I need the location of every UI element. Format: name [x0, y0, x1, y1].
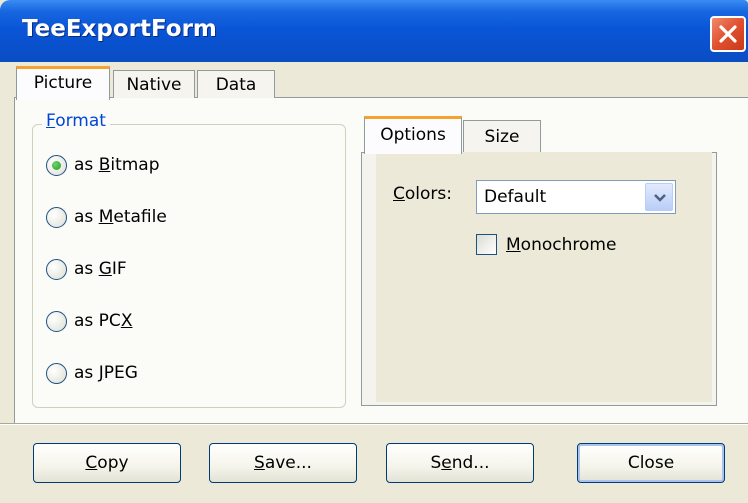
- radio-label-post: PEG: [103, 363, 138, 383]
- colors-label-rest: olors:: [404, 184, 452, 204]
- button-separator: [0, 423, 748, 425]
- close-button[interactable]: Close: [577, 443, 725, 483]
- format-legend-mnemonic: F: [46, 111, 56, 131]
- colors-label-mnemonic: C: [393, 184, 405, 204]
- radio-label-pre: as: [74, 259, 99, 279]
- title-bar[interactable]: TeeExportForm: [0, 0, 748, 62]
- close-button-label: Close: [627, 453, 675, 473]
- radio-as-bitmap[interactable]: as Bitmap: [46, 151, 160, 179]
- save-button-label: ave...: [264, 453, 312, 473]
- tab-picture[interactable]: Picture: [16, 66, 110, 100]
- copy-button-label: opy: [97, 453, 129, 473]
- radio-label-post: IF: [111, 259, 127, 279]
- close-window-button[interactable]: [710, 16, 746, 52]
- monochrome-label-rest: onochrome: [520, 235, 617, 255]
- radio-label-mnemonic: B: [98, 155, 111, 175]
- tab-data[interactable]: Data: [197, 70, 275, 98]
- radio-label-pre: as: [74, 363, 99, 383]
- radio-indicator-checked[interactable]: [46, 154, 67, 176]
- radio-label-mnemonic: M: [98, 207, 114, 227]
- radio-as-metafile[interactable]: as Metafile: [46, 203, 167, 231]
- tab-size[interactable]: Size: [463, 120, 541, 152]
- radio-label-pre: as: [74, 155, 99, 175]
- monochrome-label-mnemonic: M: [506, 235, 521, 255]
- send-button-mnemonic: e: [441, 453, 452, 473]
- radio-indicator[interactable]: [46, 258, 67, 280]
- radio-label: as JPEG: [74, 363, 138, 383]
- format-legend-rest: ormat: [55, 111, 106, 131]
- radio-as-jpeg[interactable]: as JPEG: [46, 359, 138, 387]
- colors-dropdown[interactable]: Default: [476, 180, 676, 214]
- radio-label: as Bitmap: [74, 155, 160, 175]
- radio-indicator[interactable]: [46, 362, 67, 384]
- radio-indicator[interactable]: [46, 206, 67, 228]
- radio-as-pcx[interactable]: as PCX: [46, 307, 132, 335]
- colors-label: Colors:: [393, 184, 452, 204]
- radio-label-mnemonic: X: [120, 311, 133, 331]
- send-button[interactable]: Send...: [386, 443, 534, 483]
- close-icon: [719, 25, 737, 43]
- tab-picture-label: Picture: [33, 73, 93, 93]
- radio-label-pre: as: [74, 207, 99, 227]
- send-button-label: nd...: [451, 453, 490, 473]
- send-button-pre: S: [430, 453, 442, 473]
- radio-indicator[interactable]: [46, 310, 67, 332]
- save-button-mnemonic: S: [254, 453, 265, 473]
- radio-label-post: itmap: [110, 155, 160, 175]
- tab-data-label: Data: [215, 75, 257, 95]
- tab-options[interactable]: Options: [364, 116, 462, 154]
- window-title: TeeExportForm: [22, 16, 217, 42]
- radio-label-mnemonic: G: [98, 259, 112, 279]
- chevron-down-icon: [654, 194, 666, 202]
- radio-label: as GIF: [74, 259, 127, 279]
- colors-dropdown-button[interactable]: [645, 183, 673, 211]
- format-legend: Format: [42, 111, 110, 131]
- tab-native-label: Native: [126, 75, 182, 95]
- monochrome-checkbox[interactable]: [476, 234, 497, 255]
- radio-label-post: etafile: [113, 207, 167, 227]
- copy-button-mnemonic: C: [85, 453, 98, 473]
- tab-native[interactable]: Native: [113, 70, 195, 98]
- export-dialog: TeeExportForm Picture Native Data Format…: [0, 0, 748, 503]
- radio-as-gif[interactable]: as GIF: [46, 255, 127, 283]
- save-button[interactable]: Save...: [209, 443, 357, 483]
- tab-options-label: Options: [380, 125, 446, 145]
- radio-label: as Metafile: [74, 207, 167, 227]
- tab-size-label: Size: [484, 127, 520, 147]
- radio-label-pre: as PC: [74, 311, 121, 331]
- colors-dropdown-value: Default: [484, 187, 547, 207]
- copy-button[interactable]: Copy: [33, 443, 181, 483]
- monochrome-label[interactable]: Monochrome: [506, 235, 616, 255]
- radio-label: as PCX: [74, 311, 132, 331]
